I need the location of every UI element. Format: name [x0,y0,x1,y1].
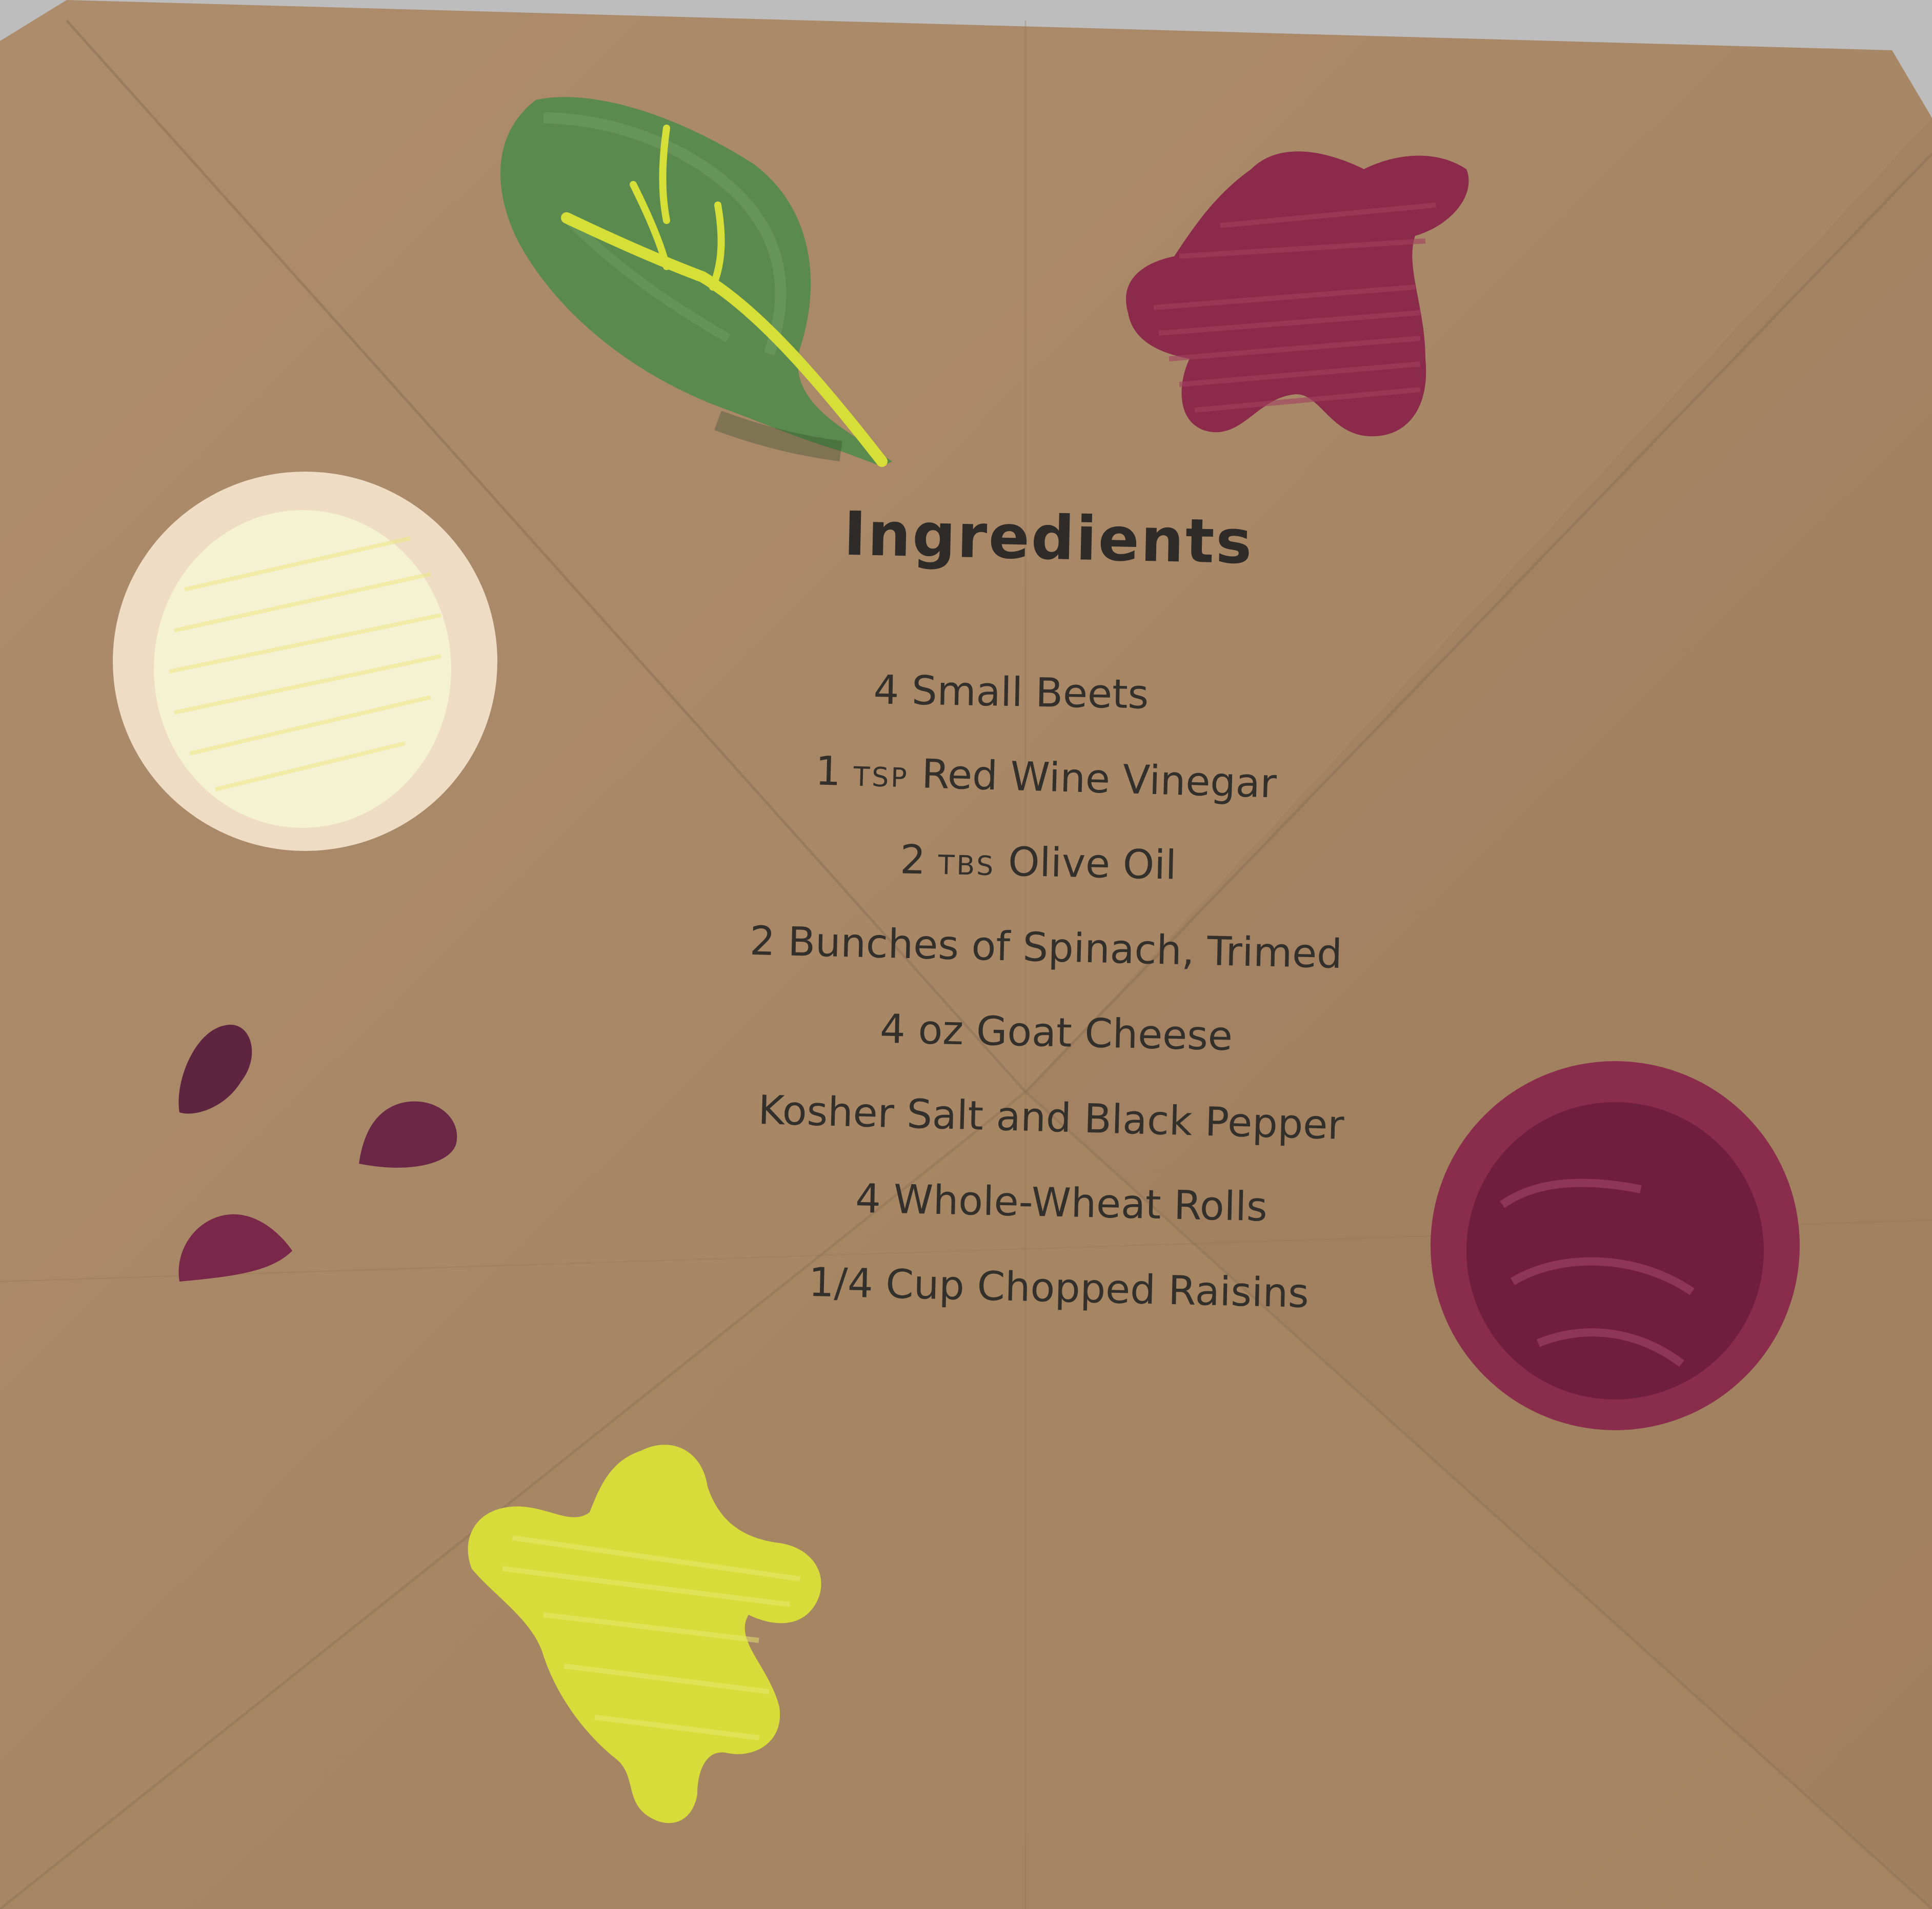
ingredient-qty: 4 [873,667,900,714]
ingredient-item: 4 Whole-Wheat Rolls [701,1153,1421,1253]
ingredient-name: Bunches of Spinach, Trimed [787,919,1343,978]
beet-round-cutout [1431,1061,1800,1430]
ingredient-name: Red Wine Vinegar [921,751,1277,807]
ingredient-qty: 1/4 [808,1259,874,1307]
ingredient-name: Olive Oil [1008,839,1177,889]
ingredient-item: 1 TSP Red Wine Vinegar [686,725,1406,830]
ingredient-item: Kosher Salt and Black Pepper [691,1066,1411,1170]
ingredient-qty: 4 [855,1175,881,1223]
ingredients-text-block: Ingredients 4 Small Beets 1 TSP Red Wine… [641,498,1359,1331]
scanned-card: Ingredients 4 Small Beets 1 TSP Red Wine… [0,0,1932,1909]
ingredient-item: 4 oz Goat Cheese [696,983,1416,1083]
ingredient-name: Cup Chopped Raisins [885,1261,1310,1317]
goat-cheese-round-cutout [113,472,497,851]
ingredient-item: 2 TBS Olive Oil [678,813,1398,912]
ingredients-title: Ingredients [843,498,1254,578]
goat-cheese-icon [154,510,451,828]
ingredient-unit: oz [917,1007,964,1054]
ingredient-unit: TSP [853,761,910,794]
ingredient-qty: 2 [749,918,776,965]
ingredient-qty: 2 [899,837,927,884]
ingredient-name: Goat Cheese [976,1008,1233,1060]
ingredient-name: Whole-Wheat Rolls [893,1176,1268,1231]
ingredient-qty: 4 [879,1006,906,1053]
ingredient-item: 1/4 Cup Chopped Raisins [699,1237,1418,1339]
ingredient-unit: TBS [938,849,996,882]
ingredient-qty: 1 [815,748,842,795]
ingredient-list: 4 Small Beets 1 TSP Red Wine Vinegar 2 T… [641,650,1359,1331]
ingredient-name: Kosher Salt and Black Pepper [757,1087,1345,1149]
ingredient-name: Small Beets [911,667,1150,718]
ingredient-item: 2 Bunches of Spinach, Trimed [686,897,1405,999]
